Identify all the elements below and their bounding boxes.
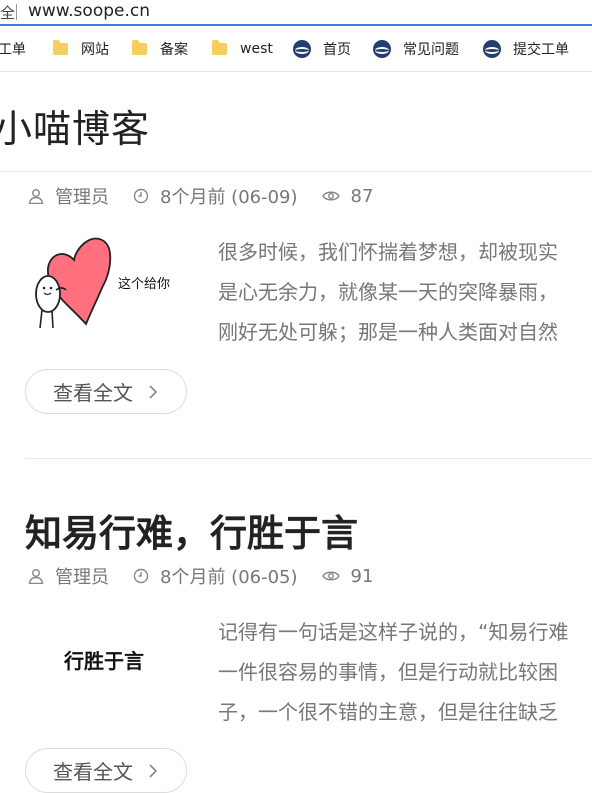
- read-more-button[interactable]: 查看全文: [25, 369, 187, 414]
- bookmark-label: 首页: [323, 42, 351, 58]
- bookmark-label: 常见问题: [403, 42, 459, 58]
- post-views: 91: [321, 565, 374, 587]
- user-icon: [28, 569, 44, 584]
- bookmark-shouye[interactable]: 首页: [293, 39, 351, 59]
- excerpt-line: 刚好无处可躲；那是一种人类面对自然: [218, 320, 558, 344]
- post-author[interactable]: 管理员: [28, 563, 109, 589]
- globe-icon: [373, 40, 391, 58]
- user-icon: [28, 189, 44, 204]
- eye-icon: [321, 571, 340, 581]
- bookmark-label: 网站: [81, 42, 109, 58]
- post-date: 8个月前 (06-05): [133, 563, 298, 589]
- read-more-label: 查看全文: [53, 760, 133, 784]
- bookmark-tijiaogongdan[interactable]: 提交工单: [483, 39, 569, 59]
- folder-icon: [132, 40, 147, 55]
- address-bar[interactable]: 全 www.soope.cn: [0, 0, 592, 26]
- date-text: 8个月前 (06-09): [160, 187, 298, 208]
- clock-icon: [133, 568, 149, 584]
- bookmark-beian[interactable]: 备案: [132, 39, 188, 59]
- post-excerpt: 很多时候，我们怀揣着梦想，却被现实 是心无余力，就像某一天的突降暴雨， 刚好无处…: [218, 232, 592, 352]
- calligraphy-image: 行胜于言: [63, 649, 144, 673]
- address-prefix: 全: [0, 4, 16, 22]
- chevron-right-icon: [149, 384, 158, 399]
- read-more-button[interactable]: 查看全文: [25, 748, 187, 793]
- thumb-caption: 这个给你: [118, 276, 170, 292]
- thumb-caption: 行胜于言: [63, 649, 144, 673]
- bookmarks-bar: 工单 网站 备案 west 首页 常见问题 提交工单: [0, 26, 592, 72]
- bookmark-west[interactable]: west: [212, 39, 273, 59]
- header-divider: [0, 171, 592, 172]
- date-text: 8个月前 (06-05): [160, 567, 298, 588]
- folder-icon: [212, 40, 227, 55]
- post-title[interactable]: 知易行难，行胜于言: [25, 503, 358, 557]
- post-excerpt: 记得有一句话是这样子说的，“知易行难 一件很容易的事情，但是行动就比较困 子，一…: [218, 612, 592, 732]
- post-thumbnail[interactable]: 这个给你: [28, 232, 178, 332]
- excerpt-line: 记得有一句话是这样子说的，“知易行难: [218, 620, 569, 644]
- bookmark-wangzhan[interactable]: 网站: [53, 39, 109, 59]
- read-more-label: 查看全文: [53, 381, 133, 405]
- views-count: 91: [350, 565, 374, 587]
- globe-icon: [483, 40, 501, 58]
- folder-icon: [53, 40, 68, 55]
- bookmark-label: 备案: [160, 42, 188, 58]
- post-thumbnail[interactable]: 行胜于言: [28, 612, 178, 712]
- post-author[interactable]: 管理员: [28, 183, 109, 209]
- eye-icon: [321, 191, 340, 201]
- post-divider: [25, 458, 592, 459]
- clock-icon: [133, 188, 149, 204]
- excerpt-line: 一件很容易的事情，但是行动就比较困: [218, 660, 558, 684]
- bookmark-label: 工单: [0, 42, 26, 58]
- post-meta: 管理员 8个月前 (06-09) 87: [28, 184, 397, 208]
- url-text[interactable]: www.soope.cn: [28, 1, 150, 21]
- excerpt-line: 子，一个很不错的主意，但是往往缺乏: [218, 700, 558, 724]
- bookmark-label: west: [240, 41, 273, 57]
- heart-sticker-image: 这个给你: [35, 237, 170, 329]
- author-name: 管理员: [55, 187, 109, 208]
- address-separator: [16, 4, 17, 20]
- views-count: 87: [350, 185, 374, 207]
- excerpt-line: 很多时候，我们怀揣着梦想，却被现实: [218, 240, 558, 264]
- chevron-right-icon: [149, 763, 158, 778]
- blog-title[interactable]: 小喵博客: [0, 98, 150, 153]
- excerpt-line: 是心无余力，就像某一天的突降暴雨，: [218, 280, 558, 304]
- bookmark-gongdan[interactable]: 工单: [0, 39, 26, 59]
- globe-icon: [293, 40, 311, 58]
- post-meta: 管理员 8个月前 (06-05) 91: [28, 564, 397, 588]
- author-name: 管理员: [55, 567, 109, 588]
- bookmark-label: 提交工单: [513, 42, 569, 58]
- post-date: 8个月前 (06-09): [133, 183, 298, 209]
- bookmark-changjianwenti[interactable]: 常见问题: [373, 39, 459, 59]
- post-views: 87: [321, 185, 374, 207]
